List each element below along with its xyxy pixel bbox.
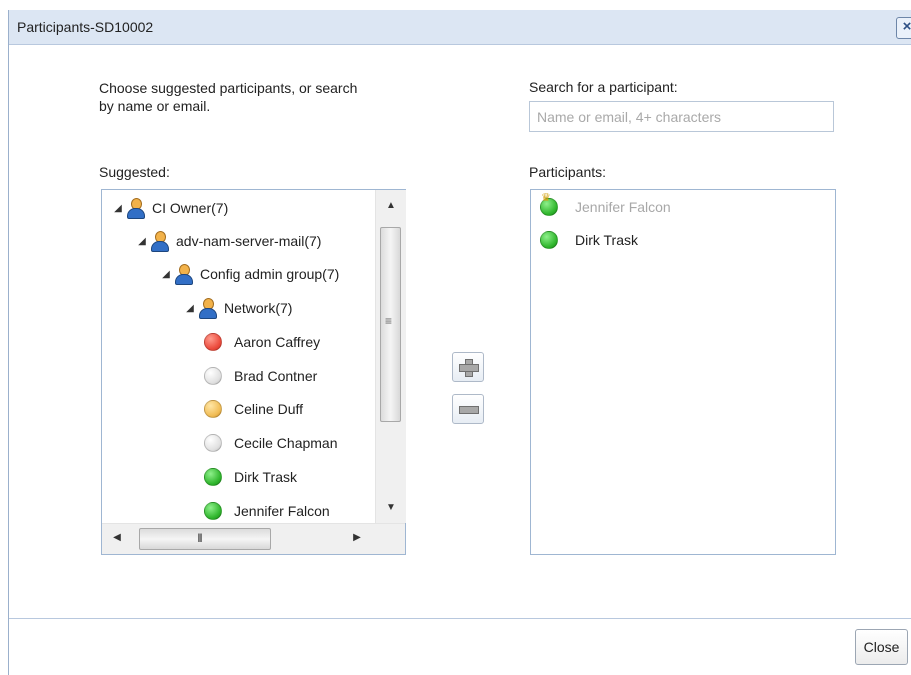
add-participant-button[interactable] [452, 352, 484, 382]
vertical-scrollbar[interactable]: ▲ ≡ ▼ [375, 190, 406, 523]
remove-participant-button[interactable] [452, 394, 484, 424]
tree-person-jennifer-falcon[interactable]: Jennifer Falcon [204, 500, 330, 522]
tree-person-name: Brad Contner [234, 368, 318, 384]
tree-person-brad-contner[interactable]: Brad Contner [204, 365, 317, 387]
search-input[interactable] [529, 101, 834, 132]
tree-group-config-admin[interactable]: ◢ Config admin group(7) [160, 263, 339, 285]
participant-name: Dirk Trask [575, 232, 638, 248]
status-gray-icon [204, 434, 222, 452]
tree-person-name: Jennifer Falcon [234, 503, 330, 519]
horizontal-scrollbar[interactable]: ◀ III ▶ [102, 523, 405, 554]
expand-arrow-icon[interactable]: ◢ [160, 269, 172, 280]
search-label: Search for a participant: [529, 79, 678, 95]
close-icon[interactable]: × [896, 17, 911, 39]
tree-person-cecile-chapman[interactable]: Cecile Chapman [204, 432, 338, 454]
dialog-titlebar: Participants-SD10002 × [9, 10, 911, 45]
participants-dialog: Participants-SD10002 × Choose suggested … [8, 10, 911, 675]
scroll-up-icon[interactable]: ▲ [383, 200, 399, 211]
group-owner-icon [150, 230, 169, 252]
tree-person-name: Cecile Chapman [234, 435, 338, 451]
tree-group-adv-nam-server-mail[interactable]: ◢ adv-nam-server-mail(7) [136, 230, 321, 252]
instructions-text: Choose suggested participants, or search… [99, 80, 358, 114]
participants-list[interactable]: ♛ Jennifer Falcon Dirk Trask [530, 189, 836, 555]
status-green-icon [540, 231, 558, 249]
tree-group-label: Network(7) [224, 300, 293, 316]
participants-label: Participants: [529, 164, 607, 180]
tree-person-celine-duff[interactable]: Celine Duff [204, 398, 303, 420]
scroll-down-icon[interactable]: ▼ [383, 502, 399, 513]
status-gray-icon [204, 367, 222, 385]
participant-dirk-trask[interactable]: Dirk Trask [540, 229, 638, 251]
scroll-grip-icon: III [197, 531, 203, 545]
tree-group-label: CI Owner(7) [152, 200, 229, 216]
close-button[interactable]: Close [855, 629, 908, 665]
tree-group-ci-owner[interactable]: ◢ CI Owner(7) [112, 197, 228, 219]
tree-person-name: Dirk Trask [234, 469, 297, 485]
suggested-label: Suggested: [99, 164, 170, 180]
suggested-tree[interactable]: ◢ CI Owner(7) ◢ adv-nam-server-mail(7) ◢… [101, 189, 406, 555]
vertical-scroll-thumb[interactable]: ≡ [380, 227, 401, 422]
status-green-icon [204, 502, 222, 520]
expand-arrow-icon[interactable]: ◢ [112, 203, 124, 214]
participant-name: Jennifer Falcon [575, 199, 671, 215]
scroll-right-icon[interactable]: ▶ [350, 532, 364, 543]
group-owner-icon [174, 263, 193, 285]
scroll-left-icon[interactable]: ◀ [110, 532, 124, 543]
scroll-grip-icon: ≡ [385, 314, 392, 328]
crown-icon: ♛ [541, 192, 551, 204]
group-owner-icon [126, 197, 145, 219]
minus-icon [459, 406, 479, 414]
tree-person-name: Aaron Caffrey [234, 334, 321, 350]
status-green-icon [204, 468, 222, 486]
tree-person-dirk-trask[interactable]: Dirk Trask [204, 466, 297, 488]
tree-group-network[interactable]: ◢ Network(7) [184, 297, 292, 319]
dialog-title: Participants-SD10002 [17, 19, 154, 35]
footer-divider [9, 618, 911, 619]
participant-jennifer-falcon[interactable]: ♛ Jennifer Falcon [540, 193, 671, 218]
expand-arrow-icon[interactable]: ◢ [184, 303, 196, 314]
tree-person-name: Celine Duff [234, 401, 304, 417]
group-owner-icon [198, 297, 217, 319]
status-yellow-icon [204, 400, 222, 418]
plus-icon [459, 364, 479, 372]
tree-group-label: Config admin group(7) [200, 266, 340, 282]
horizontal-scroll-thumb[interactable]: III [139, 528, 271, 550]
owner-status-icon: ♛ [540, 193, 558, 216]
tree-person-aaron-caffrey[interactable]: Aaron Caffrey [204, 331, 320, 353]
expand-arrow-icon[interactable]: ◢ [136, 236, 148, 247]
status-red-icon [204, 333, 222, 351]
tree-group-label: adv-nam-server-mail(7) [176, 233, 322, 249]
